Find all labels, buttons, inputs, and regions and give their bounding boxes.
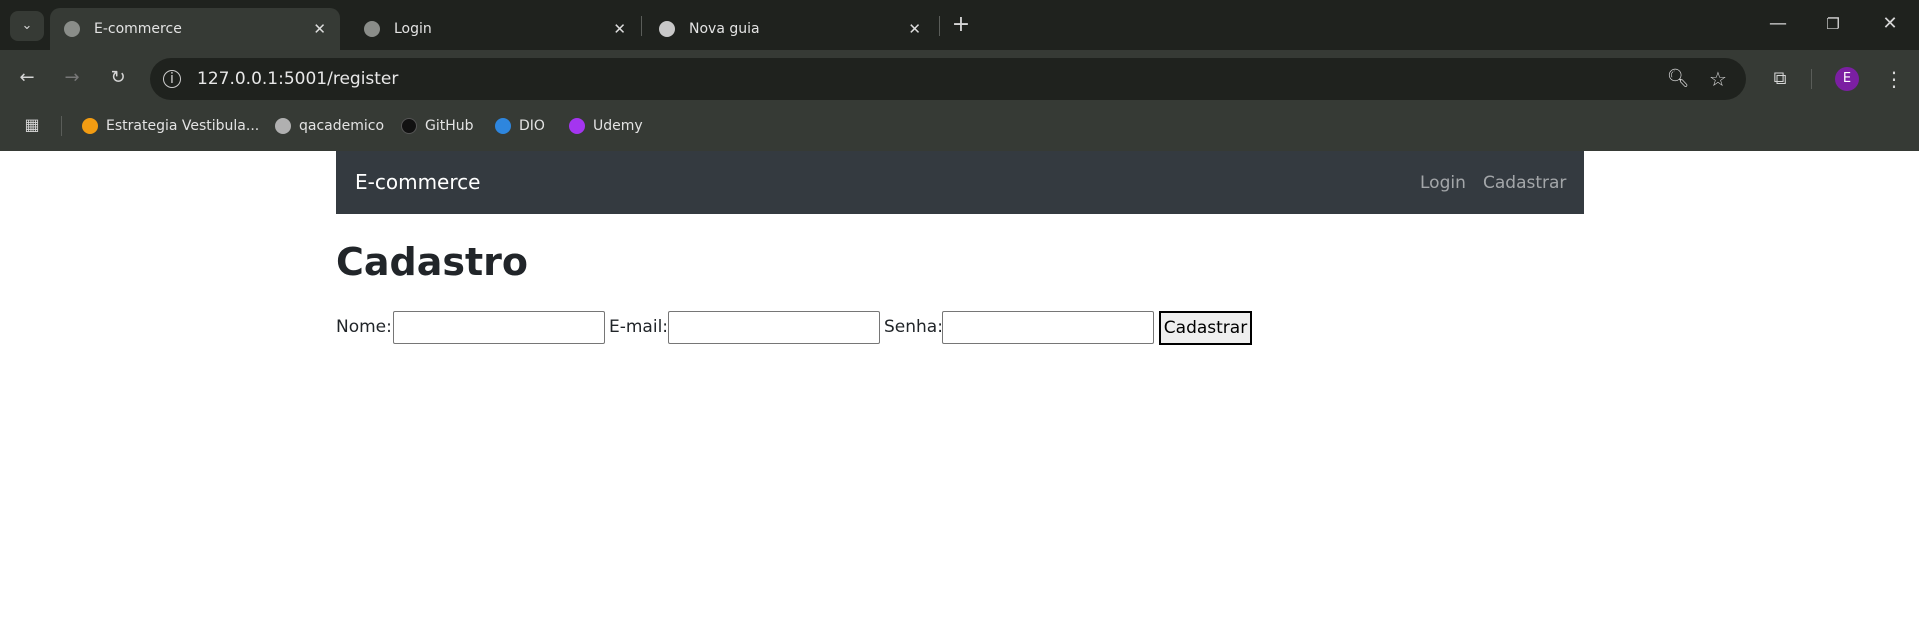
restore-icon[interactable]: ❐: [1819, 10, 1847, 38]
bookmark-udemy[interactable]: Udemy: [569, 114, 643, 138]
site-info-icon[interactable]: i: [163, 70, 181, 88]
new-tab-plus-icon[interactable]: +: [947, 11, 975, 39]
password-label: Senha:: [884, 317, 943, 337]
github-icon: [401, 118, 417, 134]
bookmark-qacademico[interactable]: qacademico: [275, 114, 384, 138]
close-window-icon[interactable]: ✕: [1876, 10, 1904, 38]
nav-link-login[interactable]: Login: [1420, 173, 1466, 193]
email-label: E-mail:: [609, 317, 669, 337]
bookmark-dio[interactable]: DIO: [495, 114, 545, 138]
tab-separator: [641, 16, 642, 36]
close-tab-icon[interactable]: ✕: [613, 20, 626, 38]
zoom-out-icon[interactable]: 🔍︎: [1664, 65, 1692, 93]
minimize-icon[interactable]: —: [1764, 10, 1792, 38]
reload-icon[interactable]: ↻: [104, 64, 132, 92]
bookmark-estrategia[interactable]: Estrategia Vestibula...: [82, 114, 259, 138]
register-submit-button[interactable]: Cadastrar: [1159, 311, 1252, 345]
chrome-icon: [659, 21, 675, 37]
extensions-puzzle-icon[interactable]: ⧉: [1766, 65, 1794, 93]
tab-separator: [939, 16, 940, 36]
forward-arrow-icon[interactable]: →: [58, 64, 86, 92]
globe-icon: [275, 118, 291, 134]
bookmark-star-icon[interactable]: ☆: [1704, 65, 1732, 93]
bookmark-github[interactable]: GitHub: [401, 114, 474, 138]
tab-login[interactable]: Login ✕: [350, 8, 640, 50]
site-navbar: [336, 151, 1584, 214]
globe-icon: [64, 21, 80, 37]
globe-icon: [364, 21, 380, 37]
toolbar-separator: [1811, 69, 1812, 89]
password-input[interactable]: [942, 311, 1154, 344]
back-arrow-icon[interactable]: ←: [13, 64, 41, 92]
url-text[interactable]: 127.0.0.1:5001/register: [197, 69, 398, 89]
apps-grid-icon[interactable]: ▦: [18, 111, 46, 139]
email-input[interactable]: [668, 311, 880, 344]
tab-nova-guia[interactable]: Nova guia ✕: [645, 8, 935, 50]
dio-icon: [495, 118, 511, 134]
name-input[interactable]: [393, 311, 605, 344]
page-title: Cadastro: [336, 240, 529, 284]
name-label: Nome:: [336, 317, 392, 337]
estrategia-icon: [82, 118, 98, 134]
tab-e-commerce[interactable]: E-commerce ✕: [50, 8, 340, 50]
profile-avatar[interactable]: E: [1835, 67, 1859, 91]
udemy-icon: [569, 118, 585, 134]
close-tab-icon[interactable]: ✕: [313, 20, 326, 38]
navbar-brand[interactable]: E-commerce: [355, 170, 480, 194]
bookmark-separator: [61, 116, 62, 136]
menu-kebab-icon[interactable]: ⋮: [1880, 65, 1908, 93]
close-tab-icon[interactable]: ✕: [908, 20, 921, 38]
tab-search-chevron-icon[interactable]: ⌄: [10, 11, 44, 41]
nav-link-cadastrar[interactable]: Cadastrar: [1483, 173, 1566, 193]
